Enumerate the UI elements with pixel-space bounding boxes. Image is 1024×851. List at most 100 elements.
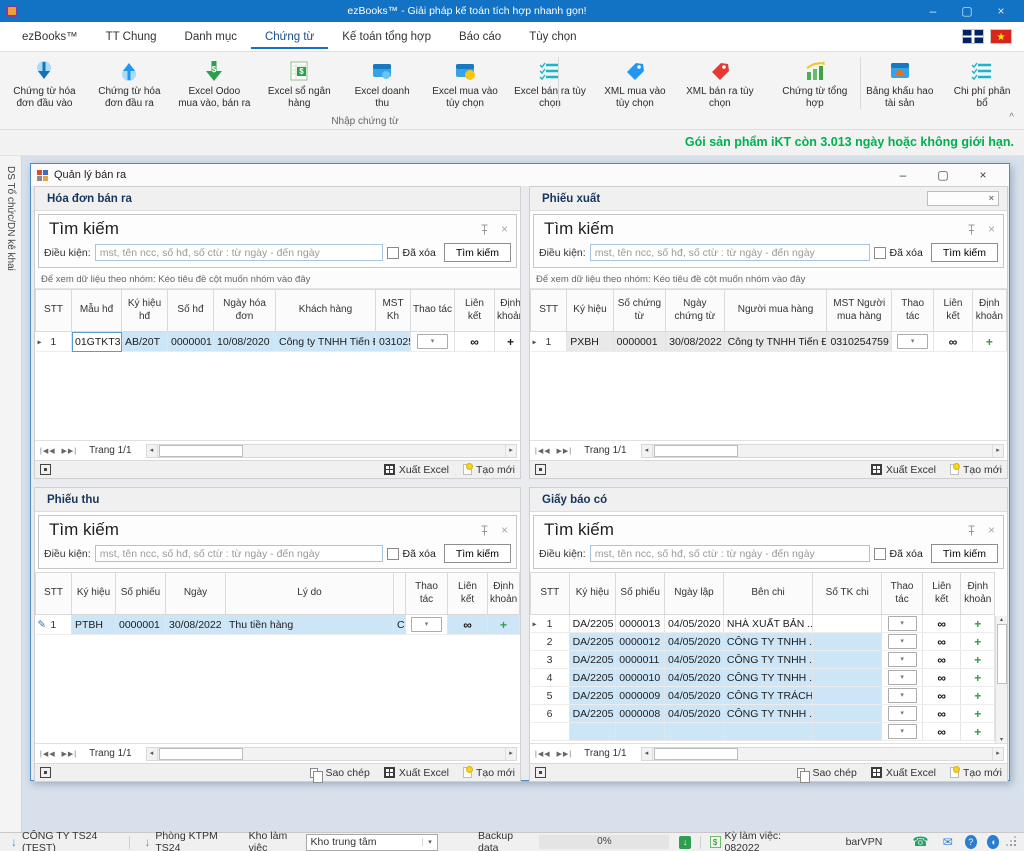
pin-icon[interactable] [967, 224, 976, 235]
column-header[interactable]: Người mua hàng [724, 290, 827, 332]
table-row[interactable]: ✎1PTBH000000130/08/2022Thu tiền hàngC▾∞+ [36, 615, 520, 635]
expand-icon[interactable] [40, 464, 51, 475]
table-row[interactable]: ▸101GTKT3AB/20T000000110/08/2020Công ty … [36, 332, 521, 352]
toolbar-xml-ban-ra-tuy-chon[interactable]: XML bán ra tùy chọn [677, 56, 762, 111]
toolbar-xml-mua-vao-tuy-chon[interactable]: XML mua vào tùy chọn [592, 56, 677, 111]
table-row[interactable]: 3DA/2205000001104/05/2020CÔNG TY TNHH ..… [531, 651, 995, 669]
first-page-icon[interactable]: |◀◀ [40, 448, 56, 455]
link-icon[interactable]: ∞ [922, 669, 961, 687]
help-icon[interactable]: ? [965, 835, 977, 849]
menu-danh-muc[interactable]: Danh mục [171, 25, 251, 49]
table-row[interactable]: 2DA/2205000001204/05/2020CÔNG TY TNHH ..… [531, 633, 995, 651]
column-header[interactable]: MST Người mua hàng [827, 290, 892, 332]
toolbar-chung-tu-tong-hop[interactable]: Chứng từ tổng hợp [772, 56, 857, 111]
column-header[interactable]: Lý do [226, 573, 394, 615]
toolbar-chi-phi-phan-bo[interactable]: Chi phí phân bổ [942, 56, 1022, 111]
column-header[interactable]: Số phiếu [616, 573, 665, 615]
table-row[interactable]: ▸1DA/2205000001304/05/2020NHÀ XUẤT BẢN .… [531, 615, 995, 633]
column-header[interactable]: Số TK chi [813, 573, 882, 615]
actions-dropdown[interactable]: ▾ [897, 334, 927, 349]
column-header[interactable]: Định khoản [495, 290, 521, 332]
actions-dropdown[interactable]: ▾ [888, 634, 917, 649]
mdi-titlebar[interactable]: Quản lý bán ra – ▢ × [31, 164, 1009, 186]
horizontal-scrollbar[interactable]: ◂▸ [146, 444, 517, 458]
horizontal-scrollbar[interactable]: ◂▸ [641, 444, 1004, 458]
scroll-right-icon[interactable]: ▸ [992, 445, 1003, 457]
menu-ezbooks[interactable]: ezBooks™ [8, 25, 92, 49]
deleted-checkbox[interactable] [874, 247, 886, 259]
link-icon[interactable]: ∞ [448, 615, 488, 635]
table-row[interactable]: ▸1PXBH000000130/08/2022Công ty TNHH Tiến… [531, 332, 1007, 352]
link-icon[interactable]: ∞ [922, 687, 961, 705]
vietnamese-flag-icon[interactable]: ★ [990, 29, 1012, 44]
link-icon[interactable]: ∞ [922, 651, 961, 669]
mdi-minimize-button[interactable]: – [883, 168, 923, 182]
search-input[interactable] [590, 545, 870, 562]
column-header[interactable]: Khách hàng [276, 290, 376, 332]
column-header[interactable]: Ngày hóa đơn [214, 290, 276, 332]
column-header[interactable] [394, 573, 406, 615]
export-excel-button[interactable]: Xuất Excel [871, 767, 936, 779]
add-posting-icon[interactable]: + [961, 633, 995, 651]
first-page-icon[interactable]: |◀◀ [535, 751, 551, 758]
vertical-scrollbar[interactable]: ▴▾ [995, 616, 1007, 743]
add-posting-icon[interactable]: + [961, 723, 995, 741]
column-header[interactable]: Thao tác [411, 290, 455, 332]
horizontal-scrollbar[interactable]: ◂▸ [146, 747, 517, 761]
add-posting-icon[interactable]: + [961, 651, 995, 669]
column-header[interactable]: STT [531, 573, 570, 615]
link-icon[interactable]: ∞ [922, 723, 961, 741]
mail-icon[interactable]: ✉ [943, 835, 953, 849]
column-header[interactable]: Ngày lập [665, 573, 724, 615]
column-header[interactable]: Thao tác [891, 290, 933, 332]
add-posting-icon[interactable]: + [488, 615, 520, 635]
first-page-icon[interactable]: |◀◀ [40, 751, 56, 758]
column-header[interactable]: Số phiếu [116, 573, 166, 615]
column-header[interactable]: Bên chi [723, 573, 812, 615]
close-button[interactable]: × [984, 0, 1018, 22]
scrollbar-thumb[interactable] [159, 748, 243, 760]
column-header[interactable]: Định khoản [961, 573, 995, 615]
warehouse-select[interactable]: Kho trung tâm ▾ [306, 834, 439, 851]
create-new-button[interactable]: Tạo mới [463, 464, 515, 476]
scroll-right-icon[interactable]: ▸ [505, 748, 516, 760]
scroll-right-icon[interactable]: ▸ [992, 748, 1003, 760]
actions-dropdown[interactable]: ▾ [888, 688, 917, 703]
column-header[interactable]: Định khoản [972, 290, 1006, 332]
scroll-down-icon[interactable]: ▾ [1000, 736, 1003, 743]
add-posting-icon[interactable]: + [961, 669, 995, 687]
close-search-icon[interactable]: × [988, 523, 995, 537]
export-excel-button[interactable]: Xuất Excel [384, 464, 449, 476]
create-new-button[interactable]: Tạo mới [950, 464, 1002, 476]
column-header[interactable]: Ký hiệu hđ [122, 290, 168, 332]
last-page-icon[interactable]: ▶▶| [61, 448, 77, 455]
table-row[interactable]: 5DA/2205000000904/05/2020CÔNG TY TRÁCH..… [531, 687, 995, 705]
column-header[interactable]: Liên kết [934, 290, 972, 332]
column-header[interactable]: Số hđ [168, 290, 214, 332]
column-header[interactable]: STT [36, 290, 72, 332]
search-button[interactable]: Tìm kiếm [931, 243, 998, 262]
phone-icon[interactable]: ☎ [912, 834, 928, 850]
expand-icon[interactable] [535, 464, 546, 475]
panel-close-button[interactable]: × [927, 191, 999, 206]
actions-dropdown[interactable]: ▾ [888, 724, 917, 739]
table-row[interactable]: 4DA/2205000001004/05/2020CÔNG TY TNHH ..… [531, 669, 995, 687]
link-icon[interactable]: ∞ [922, 705, 961, 723]
close-search-icon[interactable]: × [501, 523, 508, 537]
resize-grip[interactable] [1014, 844, 1016, 846]
actions-dropdown[interactable]: ▾ [888, 652, 917, 667]
link-icon[interactable]: ∞ [922, 615, 961, 633]
first-page-icon[interactable]: |◀◀ [535, 448, 551, 455]
link-icon[interactable]: ∞ [455, 332, 495, 352]
expand-icon[interactable] [40, 767, 51, 778]
scrollbar-thumb[interactable] [159, 445, 243, 457]
maximize-button[interactable]: ▢ [950, 0, 984, 22]
scroll-left-icon[interactable]: ◂ [147, 445, 158, 457]
last-page-icon[interactable]: ▶▶| [556, 751, 572, 758]
export-excel-button[interactable]: Xuất Excel [871, 464, 936, 476]
last-page-icon[interactable]: ▶▶| [556, 448, 572, 455]
copy-button[interactable]: Sao chép [310, 767, 369, 779]
search-button[interactable]: Tìm kiếm [931, 544, 998, 563]
toolbar-excel-doanh-thu[interactable]: Excel doanh thu [342, 56, 423, 111]
scroll-left-icon[interactable]: ◂ [642, 748, 653, 760]
